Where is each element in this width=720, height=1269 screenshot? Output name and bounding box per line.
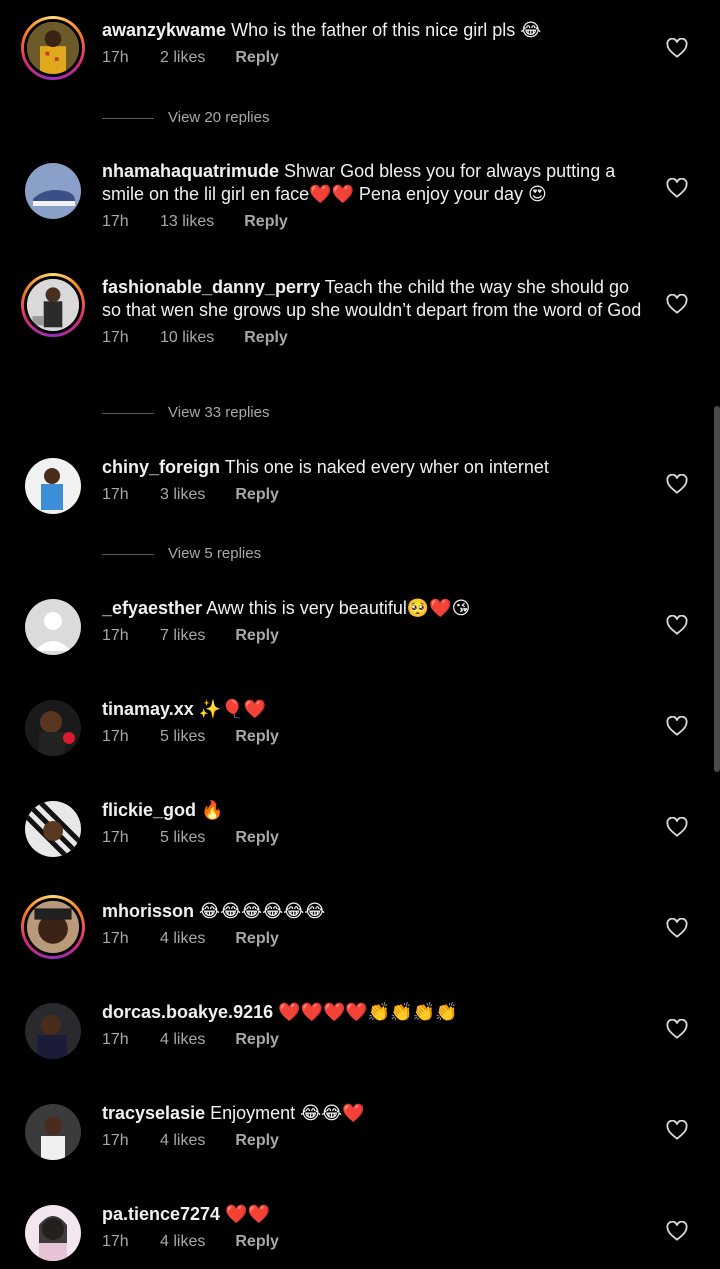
heart-icon[interactable] <box>666 38 688 58</box>
comment-meta: 17h 10 likes Reply <box>102 328 642 348</box>
reply-button[interactable]: Reply <box>235 1030 279 1050</box>
avatar[interactable] <box>25 1104 81 1160</box>
likes-count[interactable]: 5 likes <box>160 828 205 848</box>
reply-button[interactable]: Reply <box>235 929 279 949</box>
username[interactable]: mhorisson <box>102 901 194 921</box>
timestamp: 17h <box>102 329 129 346</box>
timestamp: 17h <box>102 486 129 503</box>
avatar[interactable] <box>25 458 81 514</box>
username[interactable]: tracyselasie <box>102 1103 205 1123</box>
reply-button[interactable]: Reply <box>235 727 279 747</box>
heart-icon[interactable] <box>666 1120 688 1140</box>
reply-button[interactable]: Reply <box>235 828 279 848</box>
reply-button[interactable]: Reply <box>235 1131 279 1151</box>
avatar[interactable] <box>25 700 81 756</box>
heart-icon[interactable] <box>666 178 688 198</box>
comment-text: awanzykwame Who is the father of this ni… <box>102 20 542 40</box>
likes-count[interactable]: 4 likes <box>160 1030 205 1050</box>
username[interactable]: dorcas.boakye.9216 <box>102 1002 273 1022</box>
comment-text: fashionable_danny_perry Teach the child … <box>102 277 642 320</box>
heart-icon[interactable] <box>666 474 688 494</box>
comment-meta: 17h 4 likes Reply <box>102 1232 642 1252</box>
timestamp: 17h <box>102 1132 129 1149</box>
comment-text: _efyaesther Aww this is very beautiful🥺❤… <box>102 598 471 618</box>
avatar-story-ring[interactable] <box>21 273 85 337</box>
username[interactable]: nhamahaquatrimude <box>102 161 279 181</box>
heart-icon[interactable] <box>666 817 688 837</box>
comment-meta: 17h 2 likes Reply <box>102 48 642 68</box>
reply-button[interactable]: Reply <box>244 328 288 348</box>
comment-text: tracyselasie Enjoyment 😂😂❤️ <box>102 1103 365 1123</box>
heart-icon[interactable] <box>666 294 688 314</box>
username[interactable]: flickie_god <box>102 800 196 820</box>
comment-meta: 17h 4 likes Reply <box>102 929 642 949</box>
username[interactable]: tinamay.xx <box>102 699 194 719</box>
timestamp: 17h <box>102 728 129 745</box>
reply-button[interactable]: Reply <box>235 48 279 68</box>
comment-text: nhamahaquatrimude Shwar God bless you fo… <box>102 161 616 204</box>
likes-count[interactable]: 4 likes <box>160 929 205 949</box>
comment-meta: 17h 13 likes Reply <box>102 212 642 232</box>
avatar[interactable] <box>25 1205 81 1261</box>
timestamp: 17h <box>102 1031 129 1048</box>
likes-count[interactable]: 2 likes <box>160 48 205 68</box>
timestamp: 17h <box>102 627 129 644</box>
reply-button[interactable]: Reply <box>244 212 288 232</box>
username[interactable]: chiny_foreign <box>102 457 220 477</box>
avatar[interactable] <box>25 801 81 857</box>
comment-meta: 17h 7 likes Reply <box>102 626 642 646</box>
comment-text: pa.tience7274 ❤️❤️ <box>102 1204 270 1224</box>
timestamp: 17h <box>102 49 129 66</box>
comment-text: mhorisson 😂😂😂😂😂😂 <box>102 901 326 921</box>
reply-button[interactable]: Reply <box>235 626 279 646</box>
avatar-story-ring[interactable] <box>21 16 85 80</box>
heart-icon[interactable] <box>666 615 688 635</box>
timestamp: 17h <box>102 930 129 947</box>
comments-screen: { "comments": [ {"username": "awanzykwam… <box>0 0 720 1269</box>
avatar-story-ring[interactable] <box>21 895 85 959</box>
avatar[interactable] <box>25 1003 81 1059</box>
reply-button[interactable]: Reply <box>235 1232 279 1252</box>
divider <box>102 554 154 555</box>
comment-meta: 17h 3 likes Reply <box>102 485 642 505</box>
likes-count[interactable]: 3 likes <box>160 485 205 505</box>
likes-count[interactable]: 7 likes <box>160 626 205 646</box>
comment-meta: 17h 4 likes Reply <box>102 1030 642 1050</box>
timestamp: 17h <box>102 829 129 846</box>
comment-meta: 17h 4 likes Reply <box>102 1131 642 1151</box>
scrollbar[interactable] <box>714 406 720 772</box>
timestamp: 17h <box>102 1233 129 1250</box>
heart-icon[interactable] <box>666 716 688 736</box>
username[interactable]: awanzykwame <box>102 20 226 40</box>
likes-count[interactable]: 4 likes <box>160 1232 205 1252</box>
divider <box>102 413 154 414</box>
comment-text: tinamay.xx ✨🎈❤️ <box>102 699 266 719</box>
comment-text: chiny_foreign This one is naked every wh… <box>102 457 549 477</box>
reply-button[interactable]: Reply <box>235 485 279 505</box>
heart-icon[interactable] <box>666 1221 688 1241</box>
comment-meta: 17h 5 likes Reply <box>102 828 642 848</box>
heart-icon[interactable] <box>666 918 688 938</box>
username[interactable]: _efyaesther <box>102 598 202 618</box>
avatar[interactable] <box>24 276 82 334</box>
likes-count[interactable]: 4 likes <box>160 1131 205 1151</box>
likes-count[interactable]: 10 likes <box>160 328 214 348</box>
heart-icon[interactable] <box>666 1019 688 1039</box>
comment-meta: 17h 5 likes Reply <box>102 727 642 747</box>
timestamp: 17h <box>102 213 129 230</box>
avatar[interactable] <box>24 19 82 77</box>
avatar[interactable] <box>25 163 81 219</box>
comment-text: dorcas.boakye.9216 ❤️❤️❤️❤️👏👏👏👏 <box>102 1002 458 1022</box>
likes-count[interactable]: 5 likes <box>160 727 205 747</box>
comment-text: flickie_god 🔥 <box>102 800 224 820</box>
username[interactable]: fashionable_danny_perry <box>102 277 320 297</box>
divider <box>102 118 154 119</box>
username[interactable]: pa.tience7274 <box>102 1204 220 1224</box>
avatar[interactable] <box>24 898 82 956</box>
avatar-placeholder[interactable] <box>25 599 81 655</box>
likes-count[interactable]: 13 likes <box>160 212 214 232</box>
